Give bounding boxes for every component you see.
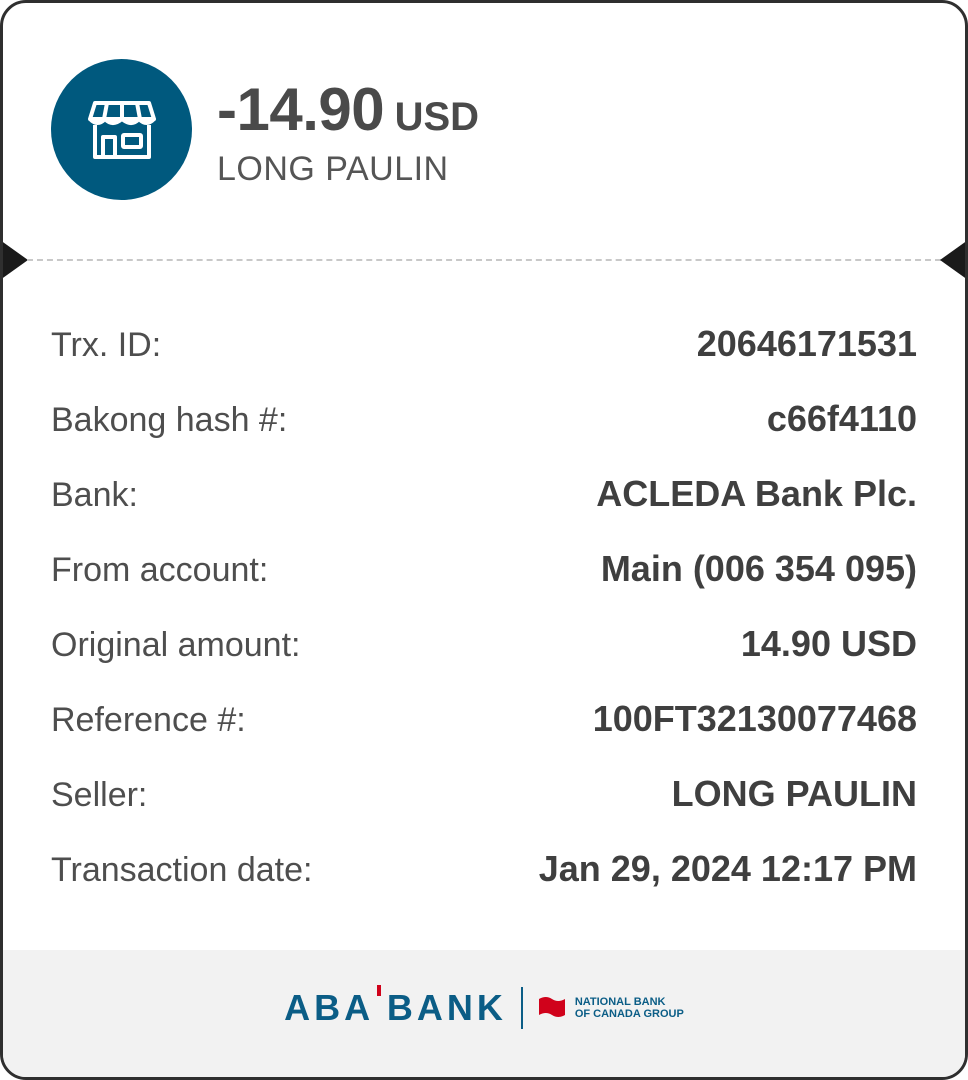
detail-row-seller: Seller: LONG PAULIN [51,773,917,848]
aba-bank-logo: ABA BANK [284,984,507,1029]
detail-value: 100FT32130077468 [592,698,917,739]
footer-divider [520,986,523,1029]
detail-row-from-account: From account: Main (006 354 095) [51,548,917,623]
detail-label: Bank: [51,476,138,514]
receipt-footer: ABA BANK NATIONAL BANK OF CANADA GROUP [3,950,965,1077]
aba-bank-logo-text: ABA BANK [284,986,507,1028]
detail-value: 20646171531 [696,323,917,364]
detail-row-original-amount: Original amount: 14.90 USD [51,623,917,698]
transaction-amount: -14.90 [217,76,385,143]
detail-value: Main (006 354 095) [600,548,917,589]
storefront-icon [87,100,156,159]
transaction-currency: USD [394,95,480,139]
national-bank-group-text: NATIONAL BANK OF CANADA GROUP [575,996,684,1020]
amount-line: -14.90 USD [217,75,479,144]
detail-value: ACLEDA Bank Plc. [596,473,917,514]
perforation-notch-left [3,240,28,280]
detail-row-reference: Reference #: 100FT32130077468 [51,698,917,773]
detail-label: Trx. ID: [51,326,162,364]
detail-label: From account: [51,551,269,589]
merchant-name: LONG PAULIN [217,150,449,188]
logo-accent-mark [377,984,382,996]
group-line-1: NATIONAL BANK [574,995,666,1008]
group-line-2: OF CANADA GROUP [574,1007,684,1020]
merchant-avatar [51,59,192,200]
detail-value: 14.90 USD [740,623,917,664]
detail-row-bakong-hash: Bakong hash #: c66f4110 [51,398,917,473]
transaction-details: Trx. ID: 20646171531 Bakong hash #: c66f… [51,323,917,923]
detail-label: Bakong hash #: [51,401,288,439]
detail-value: c66f4110 [766,398,917,439]
perforation-divider [27,259,941,261]
perforation-notch-right [940,240,965,280]
detail-value: LONG PAULIN [671,773,917,814]
detail-label: Reference #: [51,701,246,739]
detail-label: Original amount: [51,626,301,664]
detail-row-trx-id: Trx. ID: 20646171531 [51,323,917,398]
transaction-receipt: -14.90 USD LONG PAULIN Trx. ID: 20646171… [0,0,968,1080]
detail-row-transaction-date: Transaction date: Jan 29, 2024 12:17 PM [51,848,917,923]
detail-label: Transaction date: [51,851,313,889]
detail-value: Jan 29, 2024 12:17 PM [538,848,917,889]
receipt-header: -14.90 USD LONG PAULIN [3,3,965,259]
detail-label: Seller: [51,776,148,814]
bank-branding: ABA BANK NATIONAL BANK OF CANADA GROUP [284,984,684,1029]
detail-row-bank: Bank: ACLEDA Bank Plc. [51,473,917,548]
red-flag-icon [538,996,565,1017]
